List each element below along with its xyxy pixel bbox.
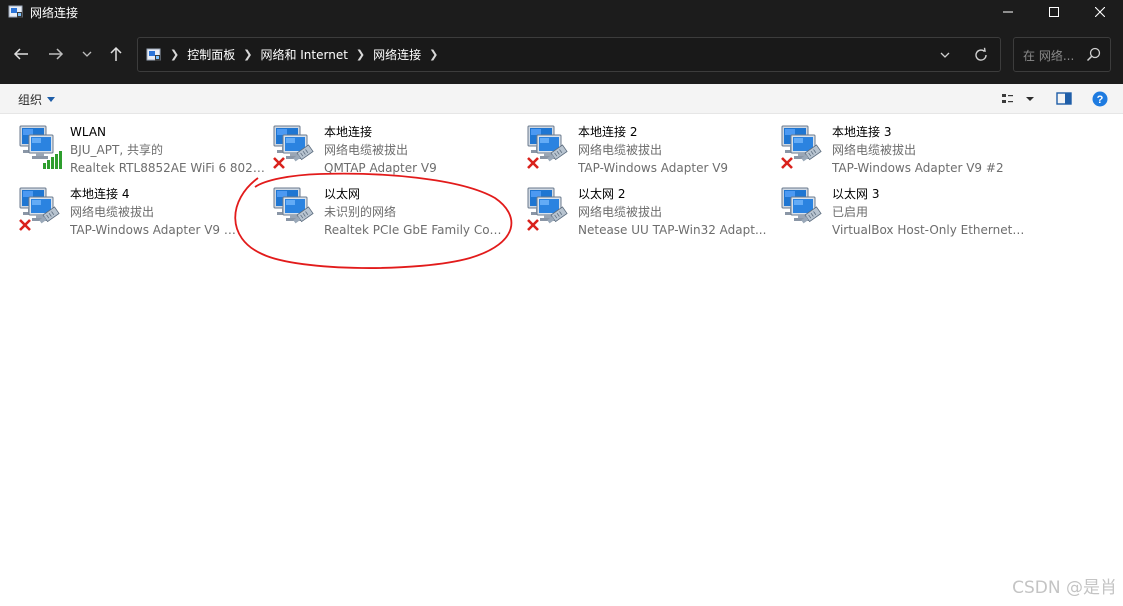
ethernet-adapter-icon — [271, 185, 319, 233]
chevron-right-icon[interactable]: ❯ — [429, 48, 438, 61]
arrow-right-icon — [49, 48, 64, 60]
connection-status: 网络电缆被拔出 — [832, 143, 917, 157]
search-input[interactable]: 在 网络... — [1013, 37, 1111, 72]
connection-name: WLAN — [70, 125, 107, 139]
connection-device: TAP-Windows Adapter V9 #2 — [832, 161, 1004, 175]
ethernet-adapter-disconnected-icon — [17, 185, 65, 233]
maximize-button[interactable] — [1031, 0, 1077, 24]
help-icon: ? — [1092, 91, 1108, 107]
breadcrumb-network-internet[interactable]: 网络和 Internet — [260, 46, 347, 63]
refresh-icon — [975, 47, 987, 61]
view-options-icon — [1002, 94, 1013, 103]
connection-device: TAP-Windows Adapter V9 #3 — [70, 223, 240, 237]
up-button[interactable] — [104, 42, 128, 66]
help-button[interactable]: ? — [1092, 91, 1108, 107]
breadcrumb-control-panel[interactable]: 控制面板 — [187, 46, 235, 63]
connection-status: 网络电缆被拔出 — [578, 205, 663, 219]
watermark: CSDN @是肖 — [1012, 578, 1117, 598]
arrow-left-icon — [13, 48, 28, 60]
connection-item[interactable]: 本地连接 3 网络电缆被拔出 TAP-Windows Adapter V9 #2 — [779, 123, 1029, 181]
connection-item[interactable]: 以太网 未识别的网络 Realtek PCIe GbE Family Contr… — [271, 185, 521, 243]
title-bar[interactable]: 网络连接 — [0, 0, 1123, 24]
address-bar[interactable]: ❯ 控制面板 ❯ 网络和 Internet ❯ 网络连接 ❯ — [137, 37, 1001, 72]
ethernet-adapter-disconnected-icon — [525, 123, 573, 171]
command-bar: 组织 ? — [0, 84, 1123, 114]
network-folder-icon — [8, 4, 24, 20]
close-icon — [1095, 7, 1105, 17]
connection-name: 本地连接 2 — [578, 125, 638, 139]
connection-device: TAP-Windows Adapter V9 — [578, 161, 729, 175]
window-title: 网络连接 — [30, 5, 79, 20]
arrow-up-icon — [110, 46, 122, 61]
recent-locations-button[interactable] — [75, 42, 99, 66]
wifi-adapter-icon — [17, 123, 65, 171]
connection-item[interactable]: 本地连接 网络电缆被拔出 QMTAP Adapter V9 — [271, 123, 521, 181]
navigation-bar: ❯ 控制面板 ❯ 网络和 Internet ❯ 网络连接 ❯ 在 网络... — [0, 24, 1123, 84]
minimize-button[interactable] — [985, 0, 1031, 24]
connection-item[interactable]: WLAN BJU_APT, 共享的 Realtek RTL8852AE WiFi… — [17, 123, 267, 181]
chevron-down-icon — [940, 52, 950, 58]
connection-item[interactable]: 以太网 2 网络电缆被拔出 Netease UU TAP-Win32 Adapt… — [525, 185, 775, 243]
connection-status: 已启用 — [832, 205, 869, 219]
minimize-icon — [1003, 11, 1013, 13]
connection-status: 网络电缆被拔出 — [324, 143, 409, 157]
connection-status: 网络电缆被拔出 — [578, 143, 663, 157]
connection-name: 以太网 2 — [578, 187, 626, 201]
ethernet-adapter-disconnected-icon — [779, 123, 827, 171]
refresh-button[interactable] — [972, 46, 990, 64]
chevron-down-icon — [82, 51, 92, 57]
connection-name: 本地连接 — [324, 125, 373, 139]
close-button[interactable] — [1077, 0, 1123, 24]
organize-menu-button[interactable]: 组织 — [18, 91, 56, 108]
svg-text:?: ? — [1097, 94, 1104, 106]
connection-device: Realtek PCIe GbE Family Contr... — [324, 223, 506, 237]
control-panel-icon — [146, 47, 162, 63]
change-view-button[interactable] — [1001, 91, 1017, 107]
preview-pane-icon — [1056, 92, 1072, 105]
caret-down-icon — [47, 97, 56, 102]
connection-device: Realtek RTL8852AE WiFi 6 802.... — [70, 161, 265, 175]
organize-label: 组织 — [18, 93, 43, 107]
more-views-button[interactable] — [1024, 91, 1040, 107]
chevron-right-icon[interactable]: ❯ — [356, 48, 365, 61]
ethernet-adapter-icon — [779, 185, 827, 233]
connection-item[interactable]: 以太网 3 已启用 VirtualBox Host-Only Ethernet … — [779, 185, 1029, 243]
connection-name: 以太网 — [324, 187, 361, 201]
back-button[interactable] — [9, 42, 33, 66]
network-connections-window: 网络连接 ❯ 控制面板 ❯ 网络和 Internet ❯ 网络连接 ❯ 在 网络… — [0, 0, 1123, 606]
breadcrumb-network-connections[interactable]: 网络连接 — [373, 46, 421, 63]
ethernet-adapter-disconnected-icon — [271, 123, 319, 171]
connection-status: 未识别的网络 — [324, 205, 397, 219]
search-icon — [1086, 47, 1101, 62]
connection-name: 以太网 3 — [832, 187, 880, 201]
connection-item[interactable]: 本地连接 4 网络电缆被拔出 TAP-Windows Adapter V9 #3 — [17, 185, 267, 243]
maximize-icon — [1049, 7, 1059, 17]
caret-down-icon — [1026, 97, 1034, 101]
connection-item[interactable]: 本地连接 2 网络电缆被拔出 TAP-Windows Adapter V9 — [525, 123, 775, 181]
connection-device: Netease UU TAP-Win32 Adapt... — [578, 223, 767, 237]
connection-name: 本地连接 3 — [832, 125, 892, 139]
chevron-right-icon[interactable]: ❯ — [243, 48, 252, 61]
ethernet-adapter-disconnected-icon — [525, 185, 573, 233]
connection-name: 本地连接 4 — [70, 187, 130, 201]
connection-status: BJU_APT, 共享的 — [70, 143, 163, 157]
connection-device: QMTAP Adapter V9 — [324, 161, 437, 175]
forward-button[interactable] — [44, 42, 68, 66]
address-history-button[interactable] — [936, 46, 954, 64]
chevron-right-icon[interactable]: ❯ — [170, 48, 179, 61]
connection-status: 网络电缆被拔出 — [70, 205, 155, 219]
connection-device: VirtualBox Host-Only Ethernet ... — [832, 223, 1027, 237]
search-placeholder: 在 网络... — [1023, 49, 1075, 63]
preview-pane-button[interactable] — [1056, 91, 1072, 107]
